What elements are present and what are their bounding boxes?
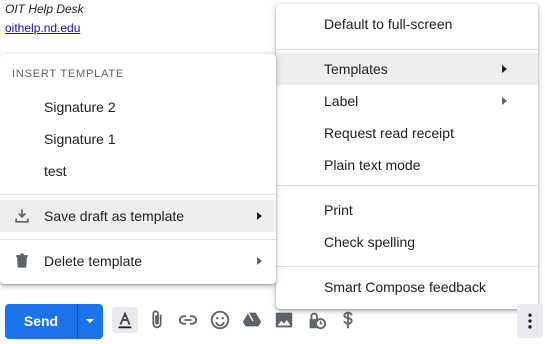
menu-divider <box>276 49 538 50</box>
menu-item-smart-compose-feedback[interactable]: Smart Compose feedback <box>276 271 538 303</box>
menu-item-label: Default to full-screen <box>324 16 453 32</box>
template-item-label: Signature 2 <box>44 99 116 115</box>
chevron-right-icon <box>502 97 507 105</box>
menu-item-label: Print <box>324 202 353 218</box>
template-item[interactable]: Signature 2 <box>0 91 276 123</box>
delete-template-item[interactable]: Delete template <box>0 245 276 277</box>
menu-item-label: Templates <box>324 61 388 77</box>
menu-item-templates[interactable]: Templates <box>276 53 538 85</box>
trash-icon <box>16 253 28 268</box>
chevron-right-icon <box>257 212 262 220</box>
menu-item-plain-text[interactable]: Plain text mode <box>276 149 538 181</box>
signature-block: OIT Help Desk oithelp.nd.edu <box>5 0 84 38</box>
save-draft-label: Save draft as template <box>44 208 185 224</box>
signature-link[interactable]: oithelp.nd.edu <box>5 19 84 38</box>
compose-toolbar: Send <box>0 300 545 344</box>
more-options-menu: Default to full-screen Templates Label R… <box>276 4 538 309</box>
menu-divider <box>0 239 276 240</box>
confidential-icon[interactable] <box>305 309 327 331</box>
menu-item-read-receipt[interactable]: Request read receipt <box>276 117 538 149</box>
save-draft-as-template-item[interactable]: Save draft as template <box>0 200 276 232</box>
emoji-icon[interactable] <box>209 309 231 331</box>
template-item-label: Signature 1 <box>44 131 116 147</box>
menu-divider <box>276 266 538 267</box>
send-button-group: Send <box>5 304 103 339</box>
templates-submenu: INSERT TEMPLATE Signature 2 Signature 1 … <box>0 54 276 284</box>
menu-item-label: Smart Compose feedback <box>324 279 486 295</box>
menu-item-print[interactable]: Print <box>276 194 538 226</box>
format-text-icon <box>118 311 132 329</box>
photo-icon[interactable] <box>273 309 295 331</box>
more-vert-icon <box>528 313 532 329</box>
menu-item-label: Plain text mode <box>324 157 421 173</box>
menu-item-label-submenu[interactable]: Label <box>276 85 538 117</box>
template-item[interactable]: test <box>0 155 276 187</box>
drive-icon[interactable] <box>241 309 263 331</box>
signature-name: OIT Help Desk <box>5 2 84 16</box>
template-item-label: test <box>44 163 67 179</box>
chevron-right-icon <box>502 65 507 73</box>
menu-item-label: Request read receipt <box>324 125 454 141</box>
chevron-right-icon <box>257 257 262 265</box>
menu-divider <box>276 185 538 186</box>
send-options-dropdown[interactable] <box>78 304 103 339</box>
download-icon <box>15 209 29 223</box>
insert-template-heading: INSERT TEMPLATE <box>12 68 125 80</box>
link-icon[interactable] <box>177 309 199 331</box>
template-item[interactable]: Signature 1 <box>0 123 276 155</box>
more-options-button[interactable] <box>517 304 543 338</box>
dollar-icon[interactable] <box>337 309 359 331</box>
delete-template-label: Delete template <box>44 253 143 269</box>
menu-item-label: Label <box>324 93 359 109</box>
menu-item-check-spelling[interactable]: Check spelling <box>276 226 538 258</box>
attach-icon[interactable] <box>146 309 168 331</box>
menu-item-label: Check spelling <box>324 234 416 250</box>
menu-item-default-fullscreen[interactable]: Default to full-screen <box>276 8 538 40</box>
send-button[interactable]: Send <box>5 304 77 339</box>
menu-divider <box>0 194 276 195</box>
